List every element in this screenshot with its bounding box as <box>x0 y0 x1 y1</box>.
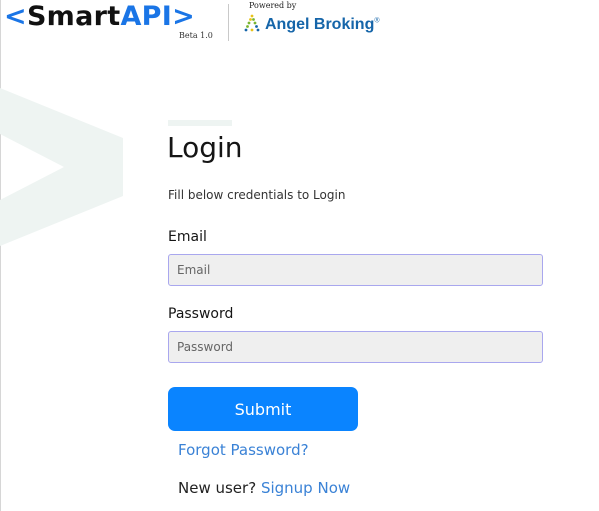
logo-api-text: API <box>120 1 173 32</box>
email-input[interactable] <box>168 254 543 286</box>
left-border <box>0 0 1 511</box>
background-chevron-decoration <box>0 88 123 246</box>
logo-bracket-close: > <box>172 1 196 32</box>
page-title: Login <box>167 131 243 164</box>
angel-broking-name: Angel Broking® <box>265 16 380 34</box>
submit-button[interactable]: Submit <box>168 387 358 431</box>
beta-version-label: Beta 1.0 <box>179 31 213 40</box>
new-user-row: New user? Signup Now <box>178 479 350 497</box>
login-subtitle: Fill below credentials to Login <box>168 188 346 202</box>
forgot-password-link[interactable]: Forgot Password? <box>178 441 309 459</box>
logo-smart-text: Smart <box>26 1 121 32</box>
logo-bracket-open: < <box>4 1 27 32</box>
angel-broking-text: Angel Broking <box>265 16 375 33</box>
powered-by-label: Powered by <box>249 1 297 10</box>
header-divider <box>228 4 229 41</box>
smartapi-logo[interactable]: <SmartAPI> <box>4 0 195 36</box>
angel-broking-logo-icon <box>244 14 260 32</box>
registered-mark: ® <box>374 17 380 25</box>
header: <SmartAPI> Beta 1.0 Powered by Angel Bro… <box>0 0 599 44</box>
title-accent-bar <box>168 120 232 126</box>
signup-link[interactable]: Signup Now <box>261 479 350 497</box>
email-label: Email <box>168 229 207 245</box>
password-input[interactable] <box>168 331 543 363</box>
new-user-text: New user? <box>178 479 257 497</box>
password-label: Password <box>168 306 234 322</box>
